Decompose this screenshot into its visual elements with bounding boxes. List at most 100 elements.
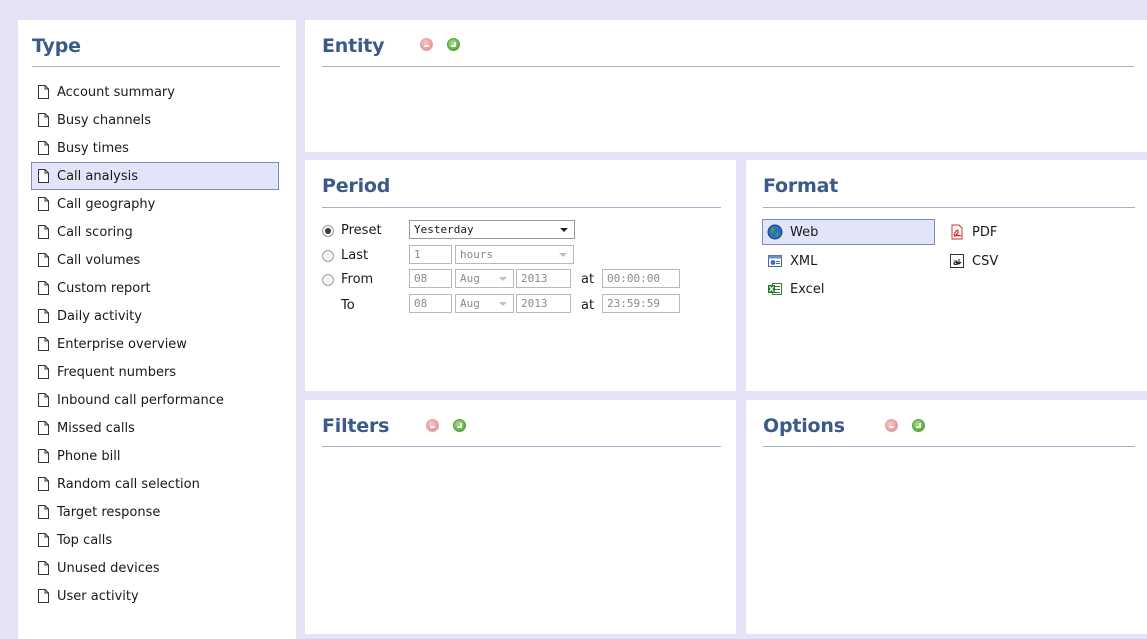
last-label: Last (341, 248, 369, 263)
report-type-label: Busy channels (57, 112, 151, 128)
format-option-xml[interactable]: XML (762, 248, 935, 274)
document-icon (38, 561, 49, 575)
document-icon (38, 477, 49, 491)
report-type-item[interactable]: Top calls (31, 526, 279, 554)
excel-icon (767, 281, 783, 297)
report-type-item[interactable]: Missed calls (31, 414, 279, 442)
report-type-item[interactable]: Unused devices (31, 554, 279, 582)
report-type-label: Call geography (57, 196, 156, 212)
to-month-select[interactable]: Aug (455, 294, 514, 313)
to-time-field[interactable]: 23:59:59 (602, 294, 680, 313)
report-type-item[interactable]: User activity (31, 582, 279, 610)
report-type-label: User activity (57, 588, 139, 604)
preset-radio[interactable] (322, 225, 334, 237)
preset-select-value: Yesterday (414, 223, 474, 236)
xml-icon (767, 253, 783, 269)
document-icon (38, 309, 49, 323)
report-type-label: Phone bill (57, 448, 121, 464)
format-option-xml-label: XML (790, 253, 818, 269)
document-icon (38, 197, 49, 211)
chevron-down-icon (499, 277, 507, 281)
to-label: To (341, 298, 355, 313)
report-type-item[interactable]: Busy channels (31, 106, 279, 134)
report-type-label: Missed calls (57, 420, 135, 436)
from-month-select[interactable]: Aug (455, 269, 514, 288)
document-icon (38, 253, 49, 267)
to-day-field[interactable]: 08 (409, 294, 452, 313)
document-icon (38, 225, 49, 239)
report-type-item[interactable]: Call geography (31, 190, 279, 218)
filters-panel-title: Filters (322, 415, 390, 437)
options-remove-button[interactable] (885, 419, 898, 432)
entity-add-button[interactable] (447, 38, 460, 51)
report-type-label: Busy times (57, 140, 129, 156)
from-year-field[interactable]: 2013 (516, 269, 571, 288)
report-type-label: Enterprise overview (57, 336, 187, 352)
filters-add-button[interactable] (453, 419, 466, 432)
to-at-label: at (581, 298, 595, 313)
format-option-excel[interactable]: Excel (762, 276, 935, 302)
to-year-field[interactable]: 2013 (516, 294, 571, 313)
document-icon (38, 505, 49, 519)
format-option-web[interactable]: Web (762, 219, 935, 245)
report-type-item[interactable]: Target response (31, 498, 279, 526)
from-time-field[interactable]: 00:00:00 (602, 269, 680, 288)
period-panel: Period Preset Yesterday Last 1 hours Fro… (305, 160, 736, 391)
pdf-icon (949, 224, 965, 240)
entity-panel-title: Entity (322, 35, 385, 57)
from-label: From (341, 272, 374, 287)
options-panel-divider (763, 446, 1135, 447)
last-amount-field[interactable]: 1 (409, 245, 452, 264)
report-type-item[interactable]: Frequent numbers (31, 358, 279, 386)
document-icon (38, 85, 49, 99)
entity-panel-divider (322, 66, 1134, 67)
report-type-item[interactable]: Account summary (31, 78, 279, 106)
document-icon (38, 589, 49, 603)
format-option-pdf-label: PDF (972, 224, 998, 240)
options-add-button[interactable] (912, 419, 925, 432)
from-radio[interactable] (322, 274, 334, 286)
report-type-label: Frequent numbers (57, 364, 177, 380)
filters-panel-divider (322, 446, 721, 447)
format-option-csv-label: CSV (972, 253, 999, 269)
report-type-item[interactable]: Phone bill (31, 442, 279, 470)
options-panel-title: Options (763, 415, 845, 437)
chevron-down-icon (559, 253, 567, 257)
chevron-down-icon (560, 228, 568, 232)
report-type-item[interactable]: Call volumes (31, 246, 279, 274)
format-option-csv[interactable]: a CSV (944, 248, 1064, 274)
from-day-field[interactable]: 08 (409, 269, 452, 288)
last-radio[interactable] (322, 250, 334, 262)
chevron-down-icon (499, 302, 507, 306)
document-icon (38, 393, 49, 407)
format-option-excel-label: Excel (790, 281, 825, 297)
period-panel-title: Period (322, 175, 391, 197)
preset-select[interactable]: Yesterday (409, 220, 575, 239)
document-icon (38, 281, 49, 295)
report-type-item[interactable]: Enterprise overview (31, 330, 279, 358)
report-type-item[interactable]: Daily activity (31, 302, 279, 330)
format-option-pdf[interactable]: PDF (944, 219, 1064, 245)
report-type-item[interactable]: Call scoring (31, 218, 279, 246)
report-type-item[interactable]: Call analysis (31, 162, 279, 190)
report-type-item[interactable]: Inbound call performance (31, 386, 279, 414)
report-type-item[interactable]: Custom report (31, 274, 279, 302)
last-unit-value: hours (460, 248, 494, 261)
last-unit-select[interactable]: hours (455, 245, 574, 264)
report-type-item[interactable]: Busy times (31, 134, 279, 162)
document-icon (38, 421, 49, 435)
filters-panel: Filters (305, 400, 736, 634)
document-icon (38, 113, 49, 127)
filters-remove-button[interactable] (426, 419, 439, 432)
entity-remove-button[interactable] (420, 38, 433, 51)
format-panel-title: Format (763, 175, 839, 197)
document-icon (38, 533, 49, 547)
document-icon (38, 449, 49, 463)
report-type-item[interactable]: Random call selection (31, 470, 279, 498)
from-at-label: at (581, 272, 595, 287)
report-type-label: Call volumes (57, 252, 141, 268)
document-icon (38, 169, 49, 183)
report-type-label: Daily activity (57, 308, 142, 324)
csv-icon: a (949, 253, 965, 269)
report-type-label: Custom report (57, 280, 151, 296)
